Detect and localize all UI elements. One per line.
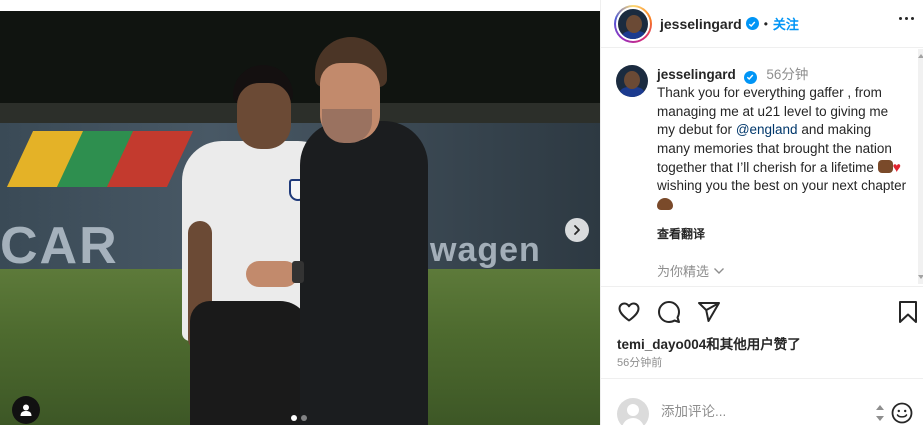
red-heart-emoji-icon: ♥ <box>892 159 901 176</box>
avatar-head <box>627 404 639 416</box>
dot-icon <box>911 17 914 20</box>
chevron-down-icon <box>714 267 725 274</box>
comment-box <box>617 396 917 425</box>
carousel-dot <box>301 415 307 421</box>
manager-body <box>300 121 428 425</box>
comment-input[interactable] <box>661 404 861 419</box>
chevron-right-icon <box>574 225 580 235</box>
more-options-button[interactable] <box>899 17 914 20</box>
manager-watch <box>292 261 304 283</box>
see-translation-link[interactable]: 查看翻译 <box>657 225 705 242</box>
dot-icon <box>905 17 908 20</box>
selected-for-you-toggle[interactable]: 为你精选 <box>657 261 725 280</box>
avatar[interactable] <box>616 65 648 97</box>
bookmark-icon[interactable] <box>897 300 919 324</box>
scroll-up-arrow-icon[interactable] <box>918 53 923 59</box>
user-tag-button[interactable] <box>12 396 40 424</box>
caption-line: wishing you the best on your next chapte… <box>657 178 907 194</box>
story-ring[interactable] <box>614 4 652 43</box>
resize-handle[interactable] <box>875 404 885 422</box>
ad-board-graphic: wagen <box>430 231 541 269</box>
action-bar <box>617 300 917 326</box>
post-header: jesselingard • 关注 <box>601 0 923 48</box>
avatar-torso <box>622 418 644 425</box>
player-head <box>237 83 291 149</box>
ad-board-graphic: CAR <box>0 217 119 275</box>
selected-for-you-label: 为你精选 <box>657 264 710 279</box>
spinner-up-icon <box>876 405 884 410</box>
divider <box>601 378 923 379</box>
caption-username[interactable]: jesselingard <box>657 67 736 82</box>
avatar[interactable] <box>616 6 650 41</box>
follow-button[interactable]: 关注 <box>773 14 799 33</box>
carousel-indicator <box>291 415 307 421</box>
verified-badge-icon <box>743 70 757 84</box>
caption-avatar[interactable] <box>616 65 648 97</box>
dot-icon <box>899 17 902 20</box>
avatar-face <box>624 71 640 89</box>
scroll-down-arrow-icon[interactable] <box>918 274 923 280</box>
manager-hand <box>246 261 298 287</box>
smiley-icon[interactable] <box>891 402 913 424</box>
post-side-panel: jesselingard • 关注 jesselingard 56分钟 Than… <box>600 0 923 425</box>
stadium-band <box>0 103 600 123</box>
praying-hands-emoji-icon <box>877 160 893 174</box>
stadium-background <box>0 11 600 103</box>
username-link[interactable]: jesselingard <box>660 16 742 32</box>
caption-area: jesselingard 56分钟 Thank you for everythi… <box>601 49 918 284</box>
carousel-next-button[interactable] <box>565 218 589 242</box>
spinner-down-icon <box>876 416 884 421</box>
player-jacket <box>190 301 310 425</box>
caption-time[interactable]: 56分钟 <box>766 67 808 82</box>
avatar <box>617 398 649 425</box>
likes-summary[interactable]: temi_dayo004和其他用户赞了 <box>617 333 801 353</box>
user-tag-icon <box>20 404 32 416</box>
heart-icon[interactable] <box>617 300 641 324</box>
comment-icon[interactable] <box>657 300 681 324</box>
post-photo[interactable]: CAR wagen <box>0 11 600 425</box>
caption-text: jesselingard 56分钟 Thank you for everythi… <box>657 66 907 214</box>
divider <box>601 286 923 287</box>
flexed-bicep-emoji-icon <box>657 197 673 210</box>
verified-badge-icon <box>745 17 759 30</box>
paper-plane-icon[interactable] <box>697 300 721 324</box>
caption-scrollbar[interactable] <box>918 49 923 284</box>
avatar-face <box>626 14 642 33</box>
mention-link[interactable]: @england <box>736 122 798 137</box>
separator: • <box>763 16 768 31</box>
carousel-dot <box>291 415 297 421</box>
post-time[interactable]: 56分钟前 <box>617 354 662 370</box>
